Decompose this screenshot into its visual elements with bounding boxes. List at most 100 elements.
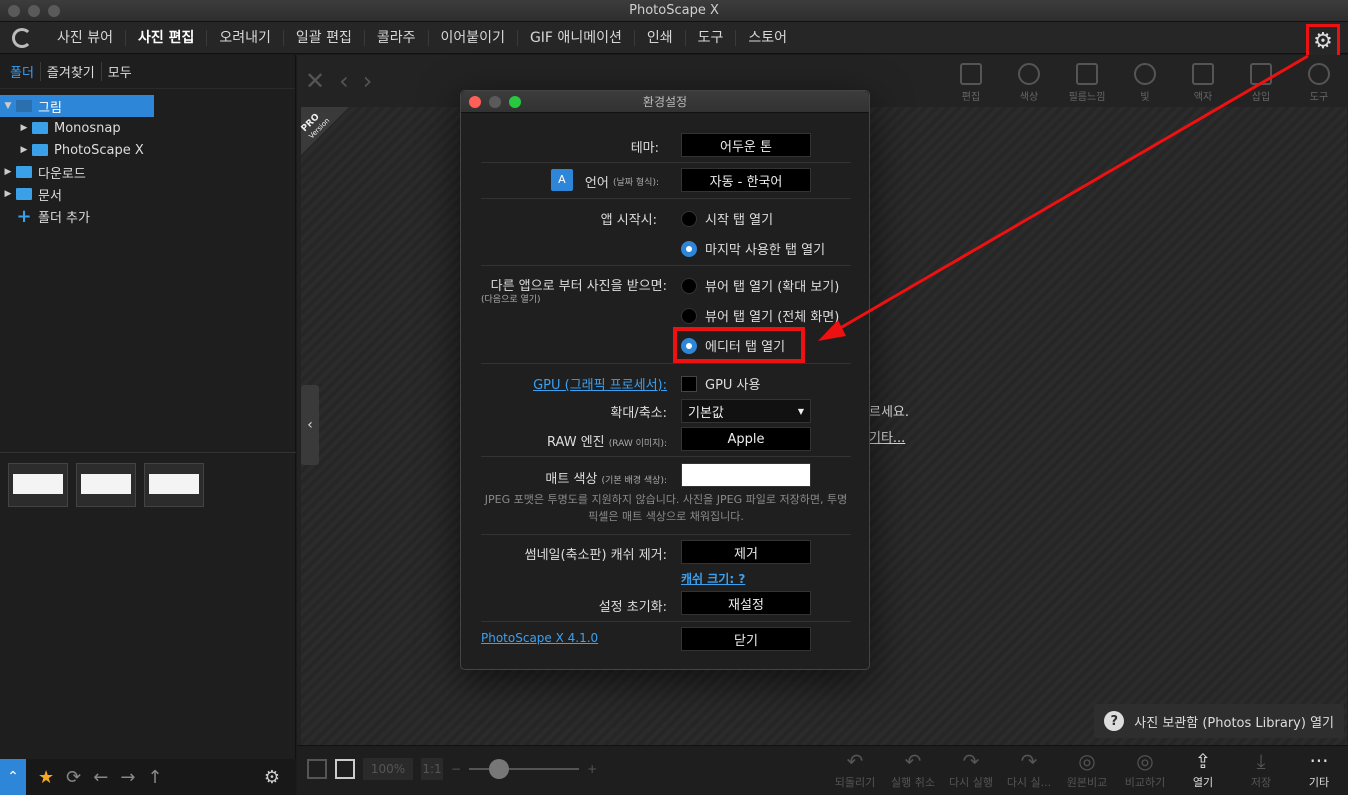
title-bar: PhotoScape X	[0, 0, 1348, 22]
tool-light[interactable]: 빛	[1116, 59, 1174, 105]
gpu-link[interactable]: GPU (그래픽 프로세서):	[533, 374, 667, 393]
tab-photo-editor[interactable]: 사진 편집	[124, 30, 206, 46]
zoom-slider[interactable]	[469, 759, 580, 779]
thumbnail[interactable]	[8, 463, 68, 507]
add-folder-button[interactable]: + 폴더 추가	[0, 205, 296, 227]
zoom-in-icon[interactable]: +	[587, 762, 597, 776]
collapse-sidebar-button[interactable]: ‹	[301, 385, 319, 465]
receive-open-viewer-full[interactable]: 뷰어 탭 열기 (전체 화면)	[681, 306, 839, 325]
tab-batch[interactable]: 일괄 편집	[282, 30, 364, 46]
compare-button[interactable]: ◎ 비교하기	[1116, 748, 1174, 790]
tool-edit[interactable]: 편집	[942, 59, 1000, 105]
redo-button[interactable]: ↷ 다시 실행	[942, 748, 1000, 790]
start-open-last-tab[interactable]: 마지막 사용한 탭 열기	[681, 239, 825, 258]
thumbnail[interactable]	[144, 463, 204, 507]
app-logo-icon[interactable]	[12, 28, 32, 48]
theme-select[interactable]: 어두운 톤	[681, 133, 811, 157]
tree-item-documents[interactable]: ▶ 문서	[0, 183, 296, 205]
radio-button[interactable]	[681, 210, 697, 227]
sidebar-tab-all[interactable]: 모두	[100, 62, 138, 81]
tree-item-pictures[interactable]: ▼ 그림	[0, 95, 154, 117]
version-link[interactable]: PhotoScape X 4.1.0	[481, 631, 598, 645]
radio-button[interactable]	[681, 240, 697, 257]
tab-collage[interactable]: 콜라주	[363, 30, 428, 46]
tool-insert[interactable]: 삽입	[1232, 59, 1290, 105]
cache-size-link[interactable]: 캐쉬 크기: ?	[681, 570, 745, 587]
tab-photo-viewer[interactable]: 사진 뷰어	[45, 30, 125, 46]
selection-icon[interactable]	[307, 759, 327, 779]
tab-store[interactable]: 스토어	[735, 30, 799, 46]
tab-tools[interactable]: 도구	[684, 30, 736, 46]
tool-film[interactable]: 필름느낌	[1058, 59, 1116, 105]
chevron-right-icon[interactable]: ▶	[0, 167, 16, 177]
tool-label: 삽입	[1251, 92, 1271, 103]
settings-gear-icon[interactable]: ⚙	[1306, 24, 1340, 58]
tree-item-downloads[interactable]: ▶ 다운로드	[0, 161, 296, 183]
open-photos-library-button[interactable]: ? 사진 보관함 (Photos Library) 열기	[1094, 704, 1344, 738]
tool-frame[interactable]: 액자	[1174, 59, 1232, 105]
arrow-left-icon[interactable]: ←	[93, 767, 108, 788]
more-button[interactable]: ··· 기타	[1290, 748, 1348, 790]
tree-item-photoscape[interactable]: ▶ PhotoScape X	[0, 139, 296, 161]
zoom-fit-button[interactable]: 1:1	[421, 758, 443, 780]
compare-icon[interactable]	[335, 759, 355, 779]
undo-button[interactable]: ↶ 되돌리기	[826, 748, 884, 790]
star-icon[interactable]: ★	[38, 767, 54, 788]
chevron-down-icon[interactable]: ▼	[0, 101, 16, 111]
raw-label-sub: (RAW 이미지):	[608, 439, 667, 449]
canvas-hint-link[interactable]: 기타...	[869, 427, 905, 446]
language-select[interactable]: 자동 - 한국어	[681, 168, 811, 192]
compare-original-button[interactable]: ◎ 원본비교	[1058, 748, 1116, 790]
dialog-minimize-button[interactable]	[489, 96, 501, 108]
thumbnail[interactable]	[76, 463, 136, 507]
tool-tools[interactable]: 도구	[1290, 59, 1348, 105]
reset-button[interactable]: 재설정	[681, 591, 811, 615]
zoom-value[interactable]: 100%	[363, 758, 413, 780]
tool-color[interactable]: 색상	[1000, 59, 1058, 105]
chevron-right-icon[interactable]: ›	[363, 67, 373, 95]
zoom-out-icon[interactable]: −	[451, 762, 461, 776]
gear-icon[interactable]: ⚙	[264, 767, 280, 788]
redo-more-button[interactable]: ↷ 다시 실...	[1000, 748, 1058, 790]
chevron-up-icon[interactable]: ⌃	[0, 759, 26, 795]
zoom-select[interactable]: 기본값 ▼	[681, 399, 811, 423]
dialog-close-button[interactable]	[469, 96, 481, 108]
chevron-right-icon[interactable]: ▶	[0, 189, 16, 199]
folder-icon	[16, 166, 32, 178]
chevron-right-icon[interactable]: ▶	[16, 123, 32, 133]
radio-button[interactable]	[681, 307, 697, 324]
folder-icon	[32, 122, 48, 134]
undo-action-button[interactable]: ↶ 실행 취소	[884, 748, 942, 790]
gpu-checkbox[interactable]: GPU 사용	[681, 374, 760, 393]
clear-cache-button[interactable]: 제거	[681, 540, 811, 564]
chevron-left-icon[interactable]: ‹	[339, 67, 349, 95]
tab-cut-out[interactable]: 오려내기	[206, 30, 283, 46]
dialog-title: 환경설정	[642, 95, 688, 109]
save-button[interactable]: ⤓ 저장	[1232, 748, 1290, 790]
open-button[interactable]: ⇪ 열기	[1174, 748, 1232, 790]
raw-engine-select[interactable]: Apple	[681, 427, 811, 451]
close-dialog-button[interactable]: 닫기	[681, 627, 811, 651]
arrow-up-icon[interactable]: ↑	[147, 767, 162, 788]
tab-gif[interactable]: GIF 애니메이션	[516, 30, 634, 46]
zoom-slider-knob[interactable]	[489, 759, 510, 779]
dialog-zoom-button[interactable]	[509, 96, 521, 108]
sidebar-tab-favorites[interactable]: 즐겨찾기	[39, 62, 101, 81]
checkbox[interactable]	[681, 375, 697, 392]
start-open-start-tab[interactable]: 시작 탭 열기	[681, 209, 773, 228]
arrow-right-icon[interactable]: →	[120, 767, 135, 788]
tree-item-monosnap[interactable]: ▶ Monosnap	[0, 117, 296, 139]
close-icon[interactable]: ✕	[305, 67, 325, 95]
tab-combine[interactable]: 이어붙이기	[427, 30, 517, 46]
sidebar-tab-folders[interactable]: 폴더	[4, 62, 40, 81]
refresh-icon[interactable]: ⟳	[66, 767, 81, 788]
receive-open-viewer-zoom[interactable]: 뷰어 탭 열기 (확대 보기)	[681, 276, 839, 295]
chevron-right-icon[interactable]: ▶	[16, 145, 32, 155]
radio-button[interactable]	[681, 277, 697, 294]
matte-label-text: 매트 색상	[545, 472, 598, 487]
radio-label: 뷰어 탭 열기 (전체 화면)	[705, 310, 840, 325]
window-title: PhotoScape X	[629, 3, 719, 18]
matte-color-swatch[interactable]	[681, 463, 811, 487]
tab-print[interactable]: 인쇄	[633, 30, 685, 46]
checkbox-label: GPU 사용	[705, 378, 761, 393]
